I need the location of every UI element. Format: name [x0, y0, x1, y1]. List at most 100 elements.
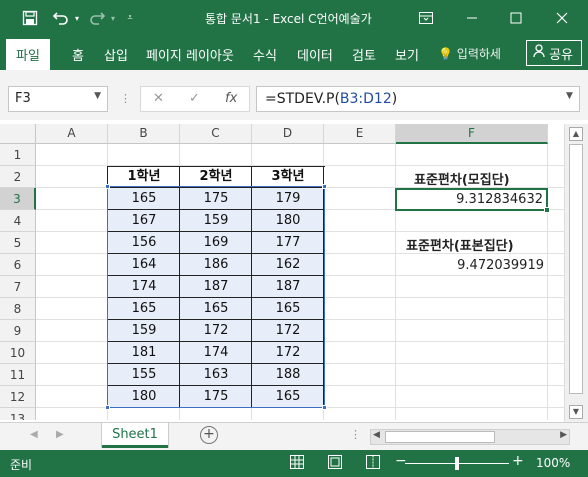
- vertical-scroll-thumb[interactable]: [569, 144, 583, 394]
- formula-range-ref: B3:D12: [339, 91, 392, 107]
- table-header-cell[interactable]: 2학년: [180, 166, 252, 188]
- prev-sheet-icon[interactable]: ◀: [30, 429, 38, 440]
- row-header-5[interactable]: 5: [0, 232, 36, 254]
- vertical-scrollbar[interactable]: ▲ ▼: [564, 124, 588, 422]
- chevron-down-icon[interactable]: ▼: [94, 91, 101, 101]
- status-bar: 준비 − + 100%: [0, 450, 588, 477]
- status-ready: 준비: [10, 458, 33, 472]
- share-label: 공유: [549, 48, 573, 63]
- more-options-icon[interactable]: ⋮: [120, 92, 131, 105]
- row-header-12[interactable]: 12: [0, 386, 36, 408]
- population-stdev-value[interactable]: 9.312834632: [393, 192, 543, 207]
- range-reference-frame: [107, 186, 325, 408]
- formula-suffix: ): [391, 91, 398, 107]
- worksheet-grid[interactable]: A B C D E F 1 2 3 4 5 6 7 8 9 10 11 12 1…: [0, 124, 564, 420]
- formula-buttons: ✕ ✓ fx: [140, 86, 250, 112]
- sheet-tab-sheet1[interactable]: Sheet1: [102, 423, 168, 448]
- column-header-e[interactable]: E: [324, 124, 396, 144]
- zoom-slider-thumb[interactable]: [455, 457, 459, 470]
- zoom-out-icon[interactable]: −: [395, 453, 407, 469]
- save-icon[interactable]: [20, 8, 40, 28]
- fill-handle[interactable]: [544, 207, 550, 213]
- share-button[interactable]: 공유: [526, 40, 582, 66]
- sample-stdev-value[interactable]: 9.472039919: [394, 258, 544, 273]
- scroll-right-icon[interactable]: ▶: [560, 430, 567, 440]
- gridline: [547, 144, 548, 420]
- enter-icon[interactable]: ✓: [189, 91, 200, 106]
- row-header-7[interactable]: 7: [0, 276, 36, 298]
- cancel-icon[interactable]: ✕: [153, 91, 164, 106]
- sample-stdev-label[interactable]: 표준편차(표본집단): [406, 235, 514, 254]
- tab-formulas[interactable]: 수식: [253, 45, 277, 64]
- tab-data[interactable]: 데이터: [297, 45, 333, 64]
- ribbon-collapsed-area: [0, 70, 588, 80]
- row-header-9[interactable]: 9: [0, 320, 36, 342]
- row-header-8[interactable]: 8: [0, 298, 36, 320]
- ribbon-display-options-icon[interactable]: [406, 0, 446, 36]
- formula-input[interactable]: =STDEV.P(B3:D12): [256, 86, 580, 112]
- undo-icon[interactable]: [50, 8, 72, 28]
- close-button[interactable]: [542, 0, 582, 36]
- tab-view[interactable]: 보기: [395, 45, 419, 64]
- more-options-icon[interactable]: ⋮: [350, 428, 361, 441]
- next-sheet-icon[interactable]: ▶: [56, 429, 64, 440]
- range-handle[interactable]: [105, 405, 110, 410]
- gridline: [395, 144, 396, 420]
- row-header-6[interactable]: 6: [0, 254, 36, 276]
- row-header-3[interactable]: 3: [0, 188, 36, 210]
- tell-me-box[interactable]: 💡 입력하세: [438, 45, 501, 62]
- customize-toolbar-icon[interactable]: ⩡: [124, 8, 136, 28]
- window-title: 통합 문서1 - Excel C언어예술가: [205, 12, 372, 26]
- row-header-10[interactable]: 10: [0, 342, 36, 364]
- row-header-1[interactable]: 1: [0, 144, 36, 166]
- tell-me-text: 입력하세: [456, 47, 501, 61]
- horizontal-scroll-thumb[interactable]: [385, 431, 495, 443]
- table-border: [107, 166, 325, 167]
- zoom-in-icon[interactable]: +: [512, 453, 524, 469]
- person-icon: [533, 44, 545, 65]
- table-header-cell[interactable]: 3학년: [252, 166, 324, 188]
- redo-dropdown-icon[interactable]: ▾: [108, 8, 118, 28]
- range-handle[interactable]: [105, 184, 110, 189]
- row-header-4[interactable]: 4: [0, 210, 36, 232]
- range-handle[interactable]: [322, 184, 327, 189]
- insert-function-icon[interactable]: fx: [225, 91, 237, 106]
- ribbon-tabs: 파일 홈 삽입 페이지 레이아웃 수식 데이터 검토 보기 💡 입력하세 공유: [0, 36, 588, 70]
- page-layout-view-icon[interactable]: [328, 455, 342, 472]
- tab-file[interactable]: 파일: [6, 39, 50, 70]
- normal-view-icon[interactable]: [290, 455, 304, 472]
- undo-dropdown-icon[interactable]: ▾: [72, 8, 82, 28]
- title-bar: ▾ ▾ ⩡ 통합 문서1 - Excel C언어예술가: [0, 0, 588, 36]
- select-all-corner[interactable]: [0, 124, 36, 144]
- scroll-down-icon[interactable]: ▼: [569, 405, 583, 419]
- zoom-level[interactable]: 100%: [536, 456, 570, 470]
- scroll-up-icon[interactable]: ▲: [569, 127, 583, 141]
- range-handle[interactable]: [322, 405, 327, 410]
- row-header-11[interactable]: 11: [0, 364, 36, 386]
- minimize-button[interactable]: [452, 0, 492, 36]
- table-header-cell[interactable]: 1학년: [108, 166, 180, 188]
- column-header-d[interactable]: D: [252, 124, 324, 144]
- row-header-2[interactable]: 2: [0, 166, 36, 188]
- horizontal-scrollbar[interactable]: ◀ ▶: [370, 429, 570, 445]
- population-stdev-label[interactable]: 표준편차(모집단): [414, 169, 510, 188]
- column-header-c[interactable]: C: [180, 124, 252, 144]
- name-box[interactable]: F3 ▼: [8, 86, 108, 112]
- redo-icon[interactable]: [86, 8, 108, 28]
- tab-page-layout[interactable]: 페이지 레이아웃: [146, 45, 234, 64]
- add-sheet-icon[interactable]: +: [200, 426, 218, 444]
- column-header-f[interactable]: F: [396, 124, 548, 144]
- formula-prefix: =STDEV.P(: [265, 91, 340, 107]
- scroll-left-icon[interactable]: ◀: [373, 430, 380, 440]
- column-header-b[interactable]: B: [108, 124, 180, 144]
- maximize-button[interactable]: [496, 0, 536, 36]
- row-header-13[interactable]: 13: [0, 408, 36, 420]
- tab-home[interactable]: 홈: [72, 45, 84, 64]
- page-break-view-icon[interactable]: [366, 455, 380, 472]
- column-header-a[interactable]: A: [36, 124, 108, 144]
- sheet-tab-bar: ◀ ▶ Sheet1 + ⋮ ◀ ▶: [0, 422, 588, 450]
- tab-insert[interactable]: 삽입: [104, 45, 128, 64]
- name-box-value: F3: [15, 91, 31, 106]
- expand-formula-bar-icon[interactable]: ▼: [566, 91, 573, 101]
- tab-review[interactable]: 검토: [352, 45, 376, 64]
